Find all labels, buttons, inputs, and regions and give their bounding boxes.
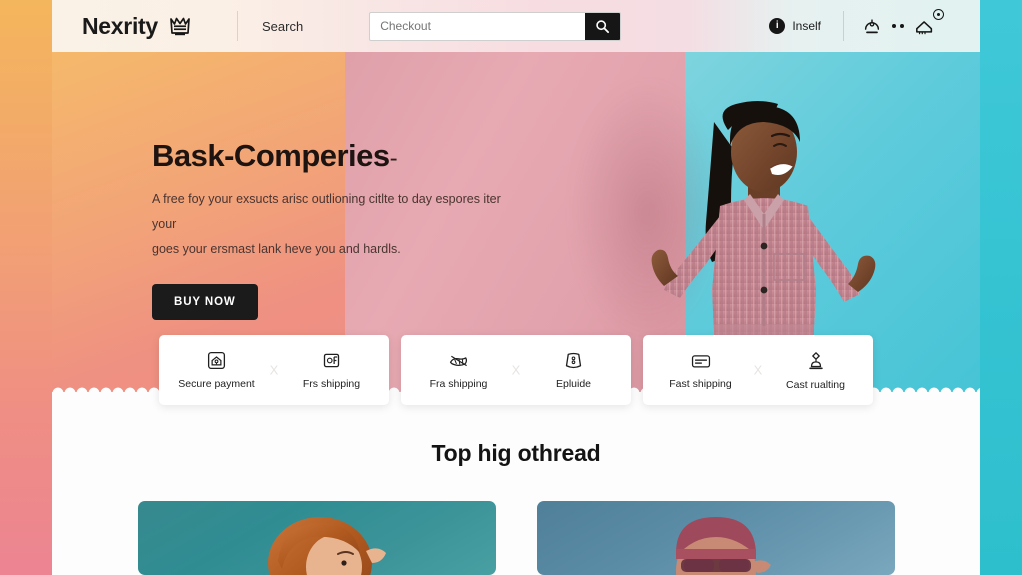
card-payment-icon — [690, 351, 712, 371]
page-canvas: Nexrity Search Checkout i Inself Bask-Co… — [52, 0, 980, 575]
hero-subtitle: A free foy your exsucts arisc outlioning… — [152, 187, 522, 262]
hero-title: Bask-Comperies- — [152, 138, 522, 173]
left-gradient-frame — [0, 0, 52, 575]
product-card-row — [52, 501, 980, 575]
hero-subtitle-line2: goes your ersmast lank heve you and hard… — [152, 241, 401, 256]
header-divider-right — [843, 11, 844, 41]
feature-label: Secure payment — [178, 378, 255, 390]
search-icon — [595, 19, 610, 34]
feature-card[interactable]: Secure payment X Frs shipping — [159, 335, 389, 405]
feature-item[interactable]: Frs shipping — [274, 350, 389, 390]
search-input[interactable] — [370, 12, 586, 40]
header-actions: i Inself — [769, 0, 980, 52]
feature-separator: X — [753, 362, 763, 378]
cart-icon[interactable] — [914, 9, 944, 36]
secure-payment-icon — [206, 350, 227, 371]
crown-icon — [167, 13, 193, 39]
support-pin-icon — [806, 350, 826, 372]
feature-card[interactable]: Fast shipping X Cast rualting — [643, 335, 873, 405]
feature-separator: X — [269, 362, 279, 378]
feature-item[interactable]: Cast rualting — [758, 350, 873, 391]
feature-item[interactable]: Fast shipping — [643, 351, 758, 390]
feature-label: Fast shipping — [669, 377, 732, 390]
brand-name: Nexrity — [82, 12, 158, 39]
notification-badge-icon — [933, 9, 944, 20]
site-header: Nexrity Search Checkout i Inself — [52, 0, 980, 52]
hero-title-text: Bask-Comperies — [152, 138, 390, 173]
brand-logo[interactable]: Nexrity — [52, 0, 237, 52]
feature-label: Cast rualting — [786, 378, 845, 391]
shipping-truck-icon — [448, 350, 470, 371]
search-button[interactable] — [585, 12, 621, 40]
fast-delivery-icon — [321, 350, 342, 371]
account-label: Inself — [792, 19, 821, 33]
account-chip[interactable]: i Inself — [769, 18, 843, 34]
header-icon-group — [862, 9, 944, 36]
more-dots-icon[interactable] — [892, 24, 904, 28]
feature-item[interactable]: Epluide — [516, 350, 631, 390]
product-image — [675, 517, 771, 575]
nav-link-search[interactable]: Search — [238, 19, 327, 34]
hero-title-tail: - — [389, 145, 398, 172]
hero-content: Bask-Comperies- A free foy your exsucts … — [52, 52, 522, 320]
feature-card[interactable]: Fra shipping X Epluide — [401, 335, 631, 405]
products-section-title: Top hig othread — [431, 440, 601, 466]
feature-item[interactable]: Fra shipping — [401, 350, 516, 390]
product-image — [267, 517, 386, 575]
package-box-icon — [563, 350, 584, 371]
feature-item[interactable]: Secure payment — [159, 350, 274, 390]
search-bar[interactable] — [369, 11, 622, 41]
hero-subtitle-line1: A free foy your exsucts arisc outlioning… — [152, 191, 501, 231]
info-badge-icon: i — [769, 18, 786, 34]
right-gradient-frame — [980, 0, 1022, 575]
feature-label: Fra shipping — [429, 378, 488, 390]
product-card[interactable] — [536, 501, 895, 575]
feature-label: Epluide — [555, 378, 592, 390]
feature-label: Frs shipping — [302, 378, 361, 390]
user-account-icon[interactable] — [862, 16, 882, 36]
buy-now-button[interactable]: BUY NOW — [152, 283, 258, 320]
feature-card-row: Secure payment X Frs shipping Fra shippi… — [52, 335, 980, 405]
product-card[interactable] — [137, 501, 496, 575]
feature-separator: X — [511, 362, 521, 378]
